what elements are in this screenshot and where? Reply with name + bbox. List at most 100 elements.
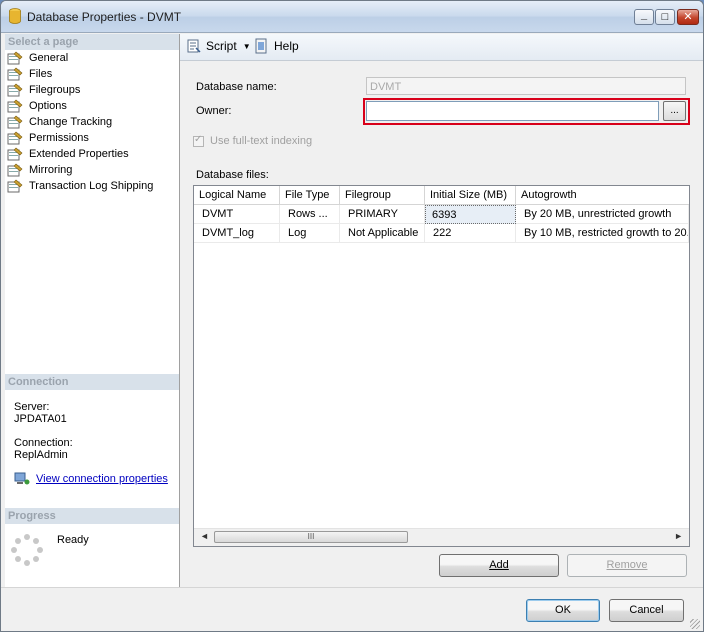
help-label: Help	[274, 39, 299, 53]
minimize-button[interactable]: _	[634, 9, 654, 25]
browse-owner-button[interactable]: ...	[663, 101, 686, 121]
database-properties-window: Database Properties - DVMT _ □ ✕ Select …	[0, 0, 704, 632]
page-item-extended-properties[interactable]: Extended Properties	[7, 146, 153, 162]
maximize-button[interactable]: □	[655, 9, 675, 25]
page-label: Options	[29, 100, 67, 112]
page-wrench-icon	[7, 179, 23, 193]
script-label: Script	[206, 39, 237, 53]
page-item-options[interactable]: Options	[7, 98, 153, 114]
database-icon	[9, 8, 21, 24]
select-page-header: Select a page	[5, 34, 179, 50]
page-wrench-icon	[7, 83, 23, 97]
page-wrench-icon	[7, 67, 23, 81]
connection-header: Connection	[5, 374, 179, 390]
help-icon	[255, 38, 267, 54]
page-item-permissions[interactable]: Permissions	[7, 130, 153, 146]
general-page-content: Database name: DVMT Owner: ... Use full-…	[180, 61, 703, 587]
page-label: Permissions	[29, 132, 89, 144]
page-label: Change Tracking	[29, 116, 113, 128]
table-cell[interactable]: DVMT_log	[194, 224, 280, 243]
table-cell[interactable]: Not Applicable	[340, 224, 425, 243]
full-text-indexing-row: Use full-text indexing	[193, 134, 313, 147]
connection-value: ReplAdmin	[14, 449, 68, 461]
horizontal-scrollbar[interactable]: ◄ III ►	[194, 528, 689, 546]
column-header[interactable]: Filegroup	[340, 186, 425, 204]
view-connection-row: View connection properties	[14, 472, 168, 486]
full-text-indexing-checkbox[interactable]	[193, 134, 204, 147]
page-wrench-icon	[7, 115, 23, 129]
server-label: Server:	[14, 401, 50, 413]
window-title: Database Properties - DVMT	[27, 10, 182, 24]
close-button[interactable]: ✕	[677, 9, 699, 25]
column-header[interactable]: File Type	[280, 186, 340, 204]
page-label: Transaction Log Shipping	[29, 180, 154, 192]
page-list: General Files Filegroups Options Change …	[7, 50, 153, 194]
table-row[interactable]: DVMT Rows ... PRIMARY 6393 By 20 MB, unr…	[194, 205, 689, 224]
column-header[interactable]: Logical Name	[194, 186, 280, 204]
resize-grip[interactable]	[690, 619, 700, 629]
title-bar[interactable]: Database Properties - DVMT _ □ ✕	[1, 1, 703, 33]
script-button[interactable]: Script ▼	[186, 38, 251, 54]
close-icon: ✕	[683, 11, 693, 23]
database-files-grid[interactable]: Logical Name File Type Filegroup Initial…	[193, 185, 690, 547]
view-connection-properties-link[interactable]: View connection properties	[36, 473, 168, 485]
table-cell[interactable]: DVMT	[194, 205, 280, 224]
connection-info: Server: JPDATA01 Connection: ReplAdmin	[14, 401, 73, 461]
page-item-files[interactable]: Files	[7, 66, 153, 82]
remove-button[interactable]: Remove	[567, 554, 687, 577]
table-cell[interactable]: Rows ...	[280, 205, 340, 224]
table-row[interactable]: DVMT_log Log Not Applicable 222 By 10 MB…	[194, 224, 689, 243]
column-header[interactable]: Autogrowth	[516, 186, 689, 204]
full-text-indexing-label: Use full-text indexing	[210, 135, 313, 147]
add-button[interactable]: Add	[439, 554, 559, 577]
left-pane: Select a page General Files Filegroups O…	[5, 34, 180, 587]
page-item-mirroring[interactable]: Mirroring	[7, 162, 153, 178]
page-wrench-icon	[7, 163, 23, 177]
database-files-label: Database files:	[196, 169, 269, 181]
page-item-general[interactable]: General	[7, 50, 153, 66]
table-cell[interactable]: By 20 MB, unrestricted growth	[516, 205, 689, 224]
dialog-footer: OK Cancel	[1, 587, 703, 631]
database-name-label: Database name:	[196, 81, 277, 93]
progress-header: Progress	[5, 508, 179, 524]
page-label: General	[29, 52, 69, 64]
table-cell[interactable]: By 10 MB, restricted growth to 20...	[516, 224, 689, 243]
progress-status-row: Ready	[11, 534, 89, 566]
owner-input[interactable]	[366, 101, 659, 121]
script-icon	[187, 39, 201, 53]
page-item-change-tracking[interactable]: Change Tracking	[7, 114, 153, 130]
scroll-thumb[interactable]: III	[214, 531, 408, 543]
progress-status: Ready	[57, 534, 89, 546]
page-label: Extended Properties	[29, 148, 129, 160]
remove-label: Remove	[606, 559, 648, 571]
scroll-left-icon[interactable]: ◄	[200, 531, 209, 541]
page-wrench-icon	[7, 51, 23, 65]
page-wrench-icon	[7, 131, 23, 145]
connection-label: Connection:	[14, 437, 73, 449]
chevron-down-icon[interactable]: ▼	[243, 42, 251, 51]
grid-header: Logical Name File Type Filegroup Initial…	[194, 186, 689, 205]
database-name-field: DVMT	[366, 77, 686, 95]
page-wrench-icon	[7, 147, 23, 161]
page-item-filegroups[interactable]: Filegroups	[7, 82, 153, 98]
server-value: JPDATA01	[14, 413, 67, 425]
toolbar: Script ▼ Help	[180, 34, 703, 61]
table-cell[interactable]: 222	[425, 224, 516, 243]
minimize-icon: _	[640, 9, 648, 21]
cancel-button[interactable]: Cancel	[609, 599, 684, 622]
table-cell[interactable]: 6393	[425, 205, 516, 224]
help-button[interactable]: Help	[254, 38, 299, 54]
connection-properties-icon	[14, 472, 30, 485]
page-label: Files	[29, 68, 53, 80]
owner-label: Owner:	[196, 105, 232, 117]
page-label: Filegroups	[29, 84, 81, 96]
scroll-right-icon[interactable]: ►	[674, 531, 683, 541]
ok-button[interactable]: OK	[526, 599, 600, 622]
table-cell[interactable]: PRIMARY	[340, 205, 425, 224]
add-label: Add	[489, 559, 509, 571]
page-item-transaction-log-shipping[interactable]: Transaction Log Shipping	[7, 178, 153, 194]
page-label: Mirroring	[29, 164, 73, 176]
column-header[interactable]: Initial Size (MB)	[425, 186, 516, 204]
table-cell[interactable]: Log	[280, 224, 340, 243]
maximize-icon: □	[661, 11, 669, 23]
